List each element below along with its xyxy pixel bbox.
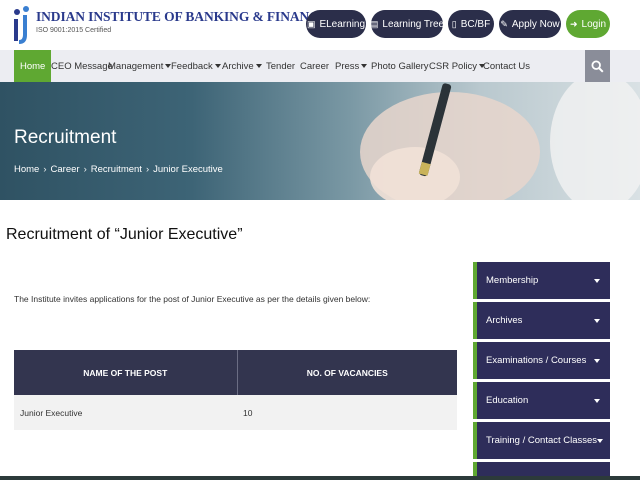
page-banner: Recruitment Home › Career › Recruitment …: [0, 82, 640, 200]
nav-item-ceo-message[interactable]: CEO Message: [51, 50, 113, 82]
caret-down-icon: [594, 318, 600, 323]
sidebar-item-label: Education: [486, 395, 529, 406]
cell-vacancy-count: 10: [237, 395, 457, 430]
caret-down-icon: [597, 438, 604, 443]
book-icon: ▤: [369, 18, 379, 29]
page-title: Recruitment of “Junior Executive”: [6, 226, 243, 243]
sidebar-item-membership[interactable]: Membership: [473, 262, 610, 299]
sidebar-item-label: Examinations / Courses: [486, 355, 587, 366]
login-icon: ➜: [569, 18, 578, 29]
apply-now-label: Apply Now: [511, 18, 560, 30]
nav-label: Contact Us: [483, 60, 530, 72]
search-button[interactable]: [585, 50, 610, 82]
chevron-right-icon: ›: [43, 164, 47, 175]
brand-name[interactable]: INDIAN INSTITUTE OF BANKING & FINANCE: [36, 9, 328, 25]
document-icon: ▯: [451, 18, 457, 29]
sidebar-item-education[interactable]: Education: [473, 382, 610, 419]
learning-tree-button[interactable]: ▤ Learning Tree: [369, 10, 445, 38]
caret-down-icon: [214, 64, 221, 68]
table-header-row: NAME OF THE POST NO. OF VACANCIES: [14, 350, 457, 395]
nav-label: Tender: [266, 60, 296, 72]
sidebar-item-label: Training / Contact Classes: [486, 435, 598, 446]
nav-label: Management: [108, 60, 164, 72]
nav-label: CEO Message: [51, 60, 113, 72]
breadcrumb-current: Junior Executive: [153, 164, 223, 175]
sidebar-item-examinations[interactable]: Examinations / Courses: [473, 342, 610, 379]
breadcrumb: Home › Career › Recruitment › Junior Exe…: [14, 164, 223, 175]
caret-down-icon: [594, 278, 600, 283]
breadcrumb-recruitment[interactable]: Recruitment: [91, 164, 142, 175]
nav-item-career[interactable]: Career: [300, 50, 329, 82]
site-header: INDIAN INSTITUTE OF BANKING & FINANCE IS…: [0, 0, 640, 50]
iso-certification: ISO 9001:2015 Certified: [36, 27, 112, 34]
nav-label: Photo Gallery: [371, 60, 429, 72]
login-button[interactable]: ➜ Login: [566, 10, 610, 38]
apply-now-button[interactable]: ✎ Apply Now: [499, 10, 561, 38]
sidebar-item-label: Archives: [486, 315, 523, 326]
column-header-vacancies: NO. OF VACANCIES: [236, 350, 457, 395]
chevron-right-icon: ›: [83, 164, 87, 175]
chevron-right-icon: ›: [145, 164, 150, 175]
search-icon: [591, 59, 604, 73]
monitor-icon: ▣: [306, 18, 316, 29]
learning-tree-label: Learning Tree: [382, 18, 445, 30]
caret-down-icon: [255, 64, 262, 68]
nav-item-contact-us[interactable]: Contact Us: [483, 50, 530, 82]
iibf-logo-icon[interactable]: [12, 5, 34, 45]
bcbf-label: BC/BF: [460, 18, 491, 30]
bottom-edge-bar: [0, 476, 640, 480]
cell-post-name: Junior Executive: [14, 395, 237, 430]
nav-label: Career: [300, 60, 330, 72]
intro-text: The Institute invites applications for t…: [14, 294, 371, 304]
elearning-button[interactable]: ▣ ELearning: [306, 10, 366, 38]
nav-item-archive[interactable]: Archive: [222, 50, 262, 82]
caret-down-icon: [594, 398, 600, 403]
elearning-label: ELearning: [319, 18, 366, 30]
sidebar-item-label: Membership: [486, 275, 539, 286]
table-row: Junior Executive 10: [14, 395, 457, 430]
login-label: Login: [581, 18, 606, 30]
nav-item-tender[interactable]: Tender: [266, 50, 295, 82]
sidebar-item-partial[interactable]: [473, 462, 610, 476]
nav-item-feedback[interactable]: Feedback: [171, 50, 221, 82]
pencil-icon: ✎: [500, 18, 508, 29]
nav-item-press[interactable]: Press: [335, 50, 368, 82]
breadcrumb-career[interactable]: Career: [51, 164, 80, 175]
nav-label: CSR Policy: [429, 60, 478, 72]
nav-item-csr-policy[interactable]: CSR Policy: [429, 50, 486, 82]
bcbf-button[interactable]: ▯ BC/BF: [448, 10, 494, 38]
nav-label: Press: [335, 60, 360, 72]
breadcrumb-home[interactable]: Home: [14, 164, 39, 175]
nav-item-home[interactable]: Home: [14, 50, 52, 82]
banner-title: Recruitment: [14, 127, 117, 148]
nav-item-management[interactable]: Management: [108, 50, 172, 82]
vacancy-table: NAME OF THE POST NO. OF VACANCIES Junior…: [14, 350, 457, 430]
writing-hand-image: [360, 82, 640, 200]
sidebar-item-training[interactable]: Training / Contact Classes: [473, 422, 610, 459]
main-nav: Home CEO Message Management Feedback Arc…: [0, 50, 640, 82]
sidebar-item-archives[interactable]: Archives: [473, 302, 610, 339]
nav-label: Home: [20, 60, 46, 72]
caret-down-icon: [361, 64, 368, 68]
nav-item-photo-gallery[interactable]: Photo Gallery: [371, 50, 429, 82]
caret-down-icon: [594, 358, 600, 363]
column-header-post: NAME OF THE POST: [14, 350, 237, 395]
nav-label: Archive: [222, 60, 254, 72]
nav-label: Feedback: [171, 60, 213, 72]
